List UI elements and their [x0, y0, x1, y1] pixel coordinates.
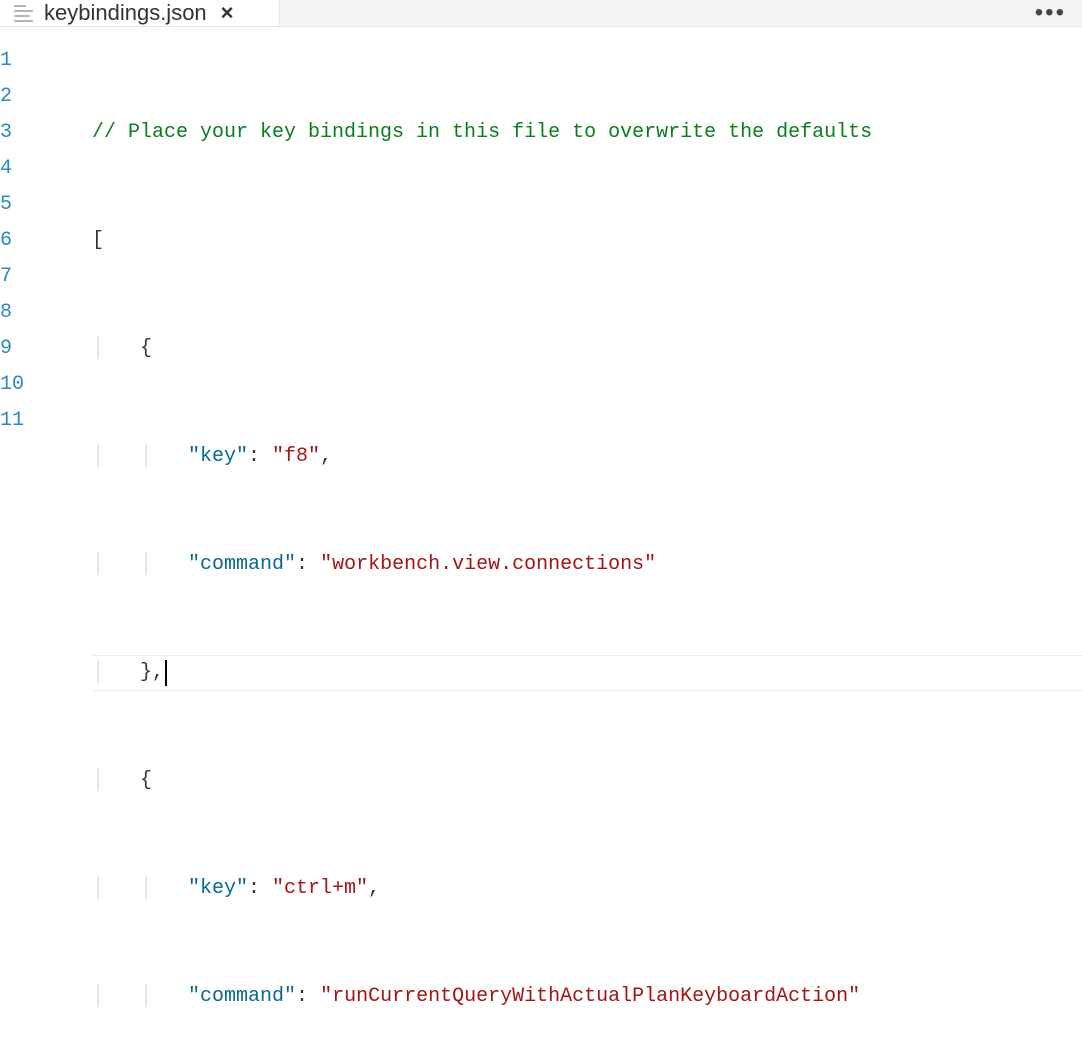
code-editor[interactable]: 1 2 3 4 5 6 7 8 9 10 11 // Place your ke… [0, 27, 1082, 1052]
tab-title: keybindings.json [44, 0, 207, 26]
code-line: │ │ "key": "f8", [92, 439, 1082, 475]
more-icon[interactable]: ••• [1035, 0, 1066, 27]
file-icon [14, 3, 34, 23]
text-cursor [165, 660, 167, 686]
tab-bar: keybindings.json × ••• [0, 0, 1082, 27]
code-line: [ [92, 223, 1082, 259]
line-number-gutter: 1 2 3 4 5 6 7 8 9 10 11 [0, 43, 92, 1052]
code-area[interactable]: // Place your key bindings in this file … [92, 43, 1082, 1052]
code-line: │ │ "command": "runCurrentQueryWithActua… [92, 979, 1082, 1015]
close-icon[interactable]: × [217, 0, 238, 26]
code-line: │ { [92, 331, 1082, 367]
active-tab[interactable]: keybindings.json × [0, 0, 280, 26]
code-line: │ │ "command": "workbench.view.connectio… [92, 547, 1082, 583]
code-line: │ { [92, 763, 1082, 799]
code-line: // Place your key bindings in this file … [92, 115, 1082, 151]
code-line: │ }, [92, 655, 1082, 691]
code-line: │ │ "key": "ctrl+m", [92, 871, 1082, 907]
